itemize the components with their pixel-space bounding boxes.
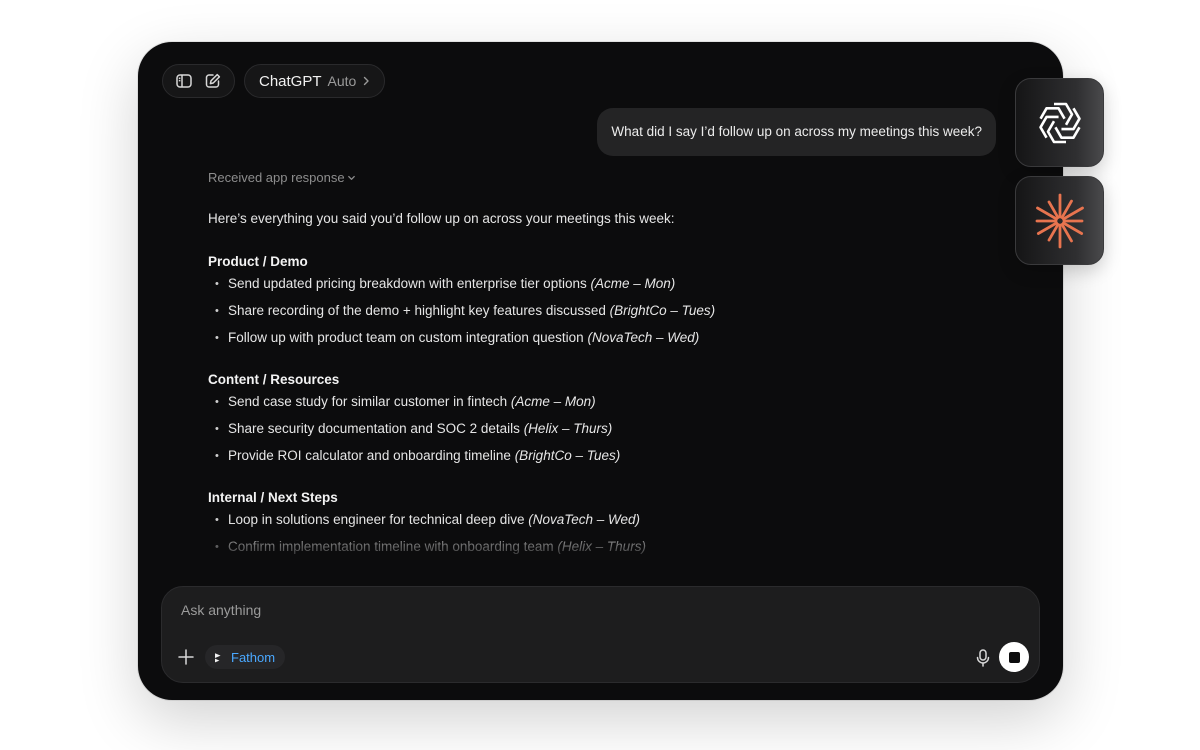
- fathom-logo-icon: [215, 653, 221, 663]
- header-actions: [162, 64, 235, 98]
- model-name: ChatGPT: [259, 72, 322, 90]
- list-item: Send updated pricing breakdown with ente…: [208, 276, 968, 292]
- chat-window: ChatGPT Auto What did I say I’d follow u…: [138, 42, 1063, 700]
- chevron-down-icon: [347, 175, 355, 180]
- section-list: Loop in solutions engineer for technical…: [208, 512, 968, 555]
- item-text: Send updated pricing breakdown with ente…: [228, 276, 587, 291]
- list-item: Loop in solutions engineer for technical…: [208, 512, 968, 528]
- received-label: Received app response: [208, 170, 345, 185]
- fathom-app-chip[interactable]: Fathom: [205, 645, 286, 669]
- stop-generating-button[interactable]: [999, 642, 1029, 672]
- chevron-right-icon: [364, 76, 370, 86]
- item-text: Confirm implementation timeline with onb…: [228, 539, 554, 554]
- item-meta: (NovaTech – Wed): [528, 512, 641, 527]
- add-attachment-button[interactable]: [176, 647, 196, 667]
- composer: Fathom: [161, 586, 1040, 683]
- item-text: Provide ROI calculator and onboarding ti…: [228, 448, 511, 463]
- sidebar-toggle-icon: [176, 74, 192, 88]
- claude-app-tile[interactable]: [1015, 176, 1104, 265]
- item-meta: (Acme – Mon): [590, 276, 676, 291]
- openai-app-tile[interactable]: [1015, 78, 1104, 167]
- section-list: Send case study for similar customer in …: [208, 394, 968, 464]
- item-text: Follow up with product team on custom in…: [228, 330, 584, 345]
- list-item: Provide ROI calculator and onboarding ti…: [208, 448, 968, 464]
- stop-icon: [1008, 651, 1020, 663]
- item-text: Send case study for similar customer in …: [228, 394, 508, 409]
- item-meta: (Helix – Thurs): [523, 421, 613, 436]
- fathom-chip-label: Fathom: [231, 649, 276, 665]
- item-meta: (NovaTech – Wed): [587, 330, 700, 345]
- item-text: Share security documentation and SOC 2 d…: [228, 421, 520, 436]
- new-chat-button[interactable]: [202, 70, 224, 92]
- section-title: Internal / Next Steps: [208, 490, 338, 505]
- list-item: Share recording of the demo + highlight …: [208, 303, 968, 319]
- item-meta: (BrightCo – Tues): [609, 303, 716, 318]
- received-app-response-toggle[interactable]: Received app response: [208, 170, 968, 185]
- section-list: Send updated pricing breakdown with ente…: [208, 276, 968, 346]
- item-text: Loop in solutions engineer for technical…: [228, 512, 525, 527]
- section-title: Product / Demo: [208, 254, 308, 269]
- new-chat-icon: [206, 73, 221, 88]
- claude-logo-icon: [1035, 193, 1084, 248]
- openai-logo-icon: [1038, 102, 1081, 143]
- plus-icon: [178, 649, 194, 665]
- assistant-response: Received app response Here’s everything …: [208, 170, 968, 581]
- user-message-bubble: What did I say I’d follow up on across m…: [597, 108, 996, 156]
- item-meta: (BrightCo – Tues): [514, 448, 621, 463]
- list-item: Follow up with product team on custom in…: [208, 330, 968, 346]
- response-intro: Here’s everything you said you’d follow …: [208, 211, 675, 226]
- item-text: Share recording of the demo + highlight …: [228, 303, 606, 318]
- sidebar-toggle-button[interactable]: [173, 70, 195, 92]
- item-meta: (Helix – Thurs): [557, 539, 646, 554]
- stage: ChatGPT Auto What did I say I’d follow u…: [0, 0, 1200, 750]
- item-meta: (Acme – Mon): [510, 394, 596, 409]
- microphone-icon: [976, 649, 990, 667]
- model-selector[interactable]: ChatGPT Auto: [244, 64, 386, 98]
- list-item: Share security documentation and SOC 2 d…: [208, 421, 968, 437]
- list-item: Send case study for similar customer in …: [208, 394, 968, 410]
- section-title: Content / Resources: [208, 372, 340, 387]
- list-item: Confirm implementation timeline with onb…: [208, 539, 968, 555]
- ask-anything-input[interactable]: [179, 601, 883, 619]
- model-mode: Auto: [327, 73, 357, 89]
- voice-input-button[interactable]: [974, 648, 992, 668]
